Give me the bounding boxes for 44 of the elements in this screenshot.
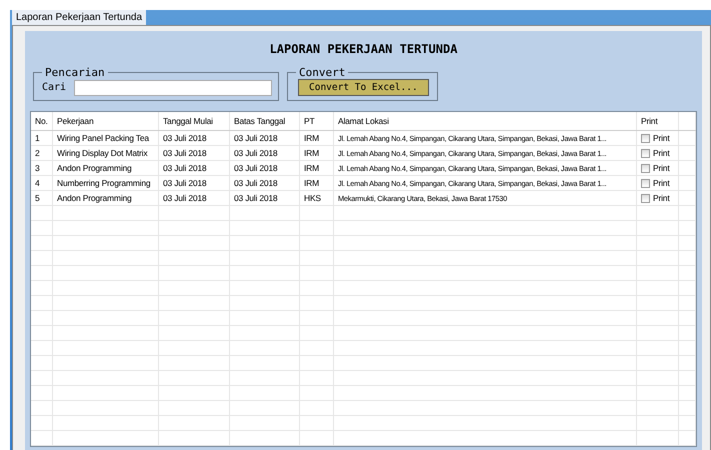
column-header[interactable]: No. <box>31 112 53 130</box>
table-cell: 2 <box>31 146 53 160</box>
table-cell: 03 Juli 2018 <box>159 131 230 145</box>
table-cell: Andon Programming <box>53 161 159 175</box>
table-cell: 03 Juli 2018 <box>159 146 230 160</box>
print-checkbox[interactable]: Print <box>637 191 679 205</box>
print-checkbox[interactable]: Print <box>637 161 679 175</box>
group-legend: Pencarian <box>42 66 108 79</box>
table-cell: 03 Juli 2018 <box>230 191 300 205</box>
table-cell: IRM <box>300 146 334 160</box>
table-cell: 03 Juli 2018 <box>159 176 230 190</box>
table-cell: 03 Juli 2018 <box>159 191 230 205</box>
table-cell: 1 <box>31 131 53 145</box>
table-cell: 5 <box>31 191 53 205</box>
table-cell: Numberring Programming <box>53 176 159 190</box>
print-checkbox[interactable]: Print <box>637 146 679 160</box>
print-checkbox[interactable]: Print <box>637 131 679 145</box>
column-header[interactable]: PT <box>300 112 334 130</box>
table-cell: IRM <box>300 161 334 175</box>
table-cell: 3 <box>31 161 53 175</box>
table-cell: 03 Juli 2018 <box>230 146 300 160</box>
column-header[interactable]: Print <box>637 112 679 130</box>
table-cell: 03 Juli 2018 <box>230 131 300 145</box>
table-cell: HKS <box>300 191 334 205</box>
group-legend: Convert <box>296 66 348 79</box>
print-checkbox[interactable]: Print <box>637 176 679 190</box>
column-header[interactable]: Pekerjaan <box>53 112 159 130</box>
search-field[interactable] <box>74 80 272 96</box>
table-cell: 4 <box>31 176 53 190</box>
table-cell: Andon Programming <box>53 191 159 205</box>
column-header[interactable]: Tanggal Mulai <box>159 112 230 130</box>
convert-button[interactable]: Convert To Excel... <box>298 79 429 96</box>
column-header[interactable]: Alamat Lokasi <box>334 112 637 130</box>
search-label: Cari <box>42 82 66 93</box>
table-cell: 03 Juli 2018 <box>230 161 300 175</box>
window-title: Laporan Pekerjaan Tertunda <box>12 10 146 25</box>
column-header[interactable]: Batas Tanggal <box>230 112 300 130</box>
table-cell: Wiring Display Dot Matrix <box>53 146 159 160</box>
table-cell: IRM <box>300 131 334 145</box>
table-cell: Wiring Panel Packing Tea <box>53 131 159 145</box>
table-cell: IRM <box>300 176 334 190</box>
report-heading: LAPORAN PEKERJAAN TERTUNDA <box>268 42 458 56</box>
table-cell: 03 Juli 2018 <box>159 161 230 175</box>
table-cell: 03 Juli 2018 <box>230 176 300 190</box>
